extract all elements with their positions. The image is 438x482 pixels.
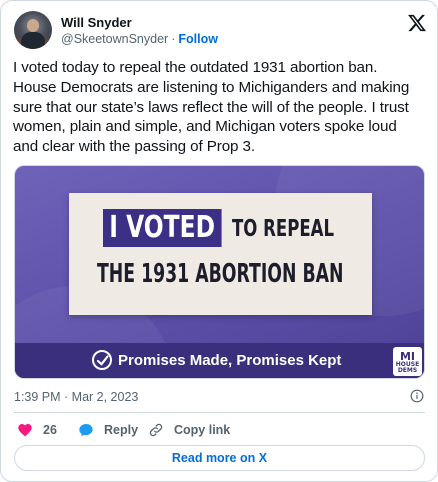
tweet-card: Will Snyder @SkeetownSnyder · Follow I vot… bbox=[0, 0, 438, 482]
copy-link-button[interactable]: Copy link bbox=[148, 420, 230, 440]
copy-link-label: Copy link bbox=[174, 423, 231, 437]
mi-house-dems-logo: MI HOUSE DEMS bbox=[393, 347, 422, 376]
read-more-button[interactable]: Read more on X bbox=[14, 445, 425, 471]
sign-card: I VOTED TO REPEAL THE 1931 ABORTION BAN bbox=[69, 193, 372, 315]
action-bar: 26 Reply Copy link bbox=[14, 420, 425, 440]
reply-icon bbox=[79, 424, 93, 437]
author-handle[interactable]: @SkeetownSnyder bbox=[61, 32, 168, 46]
slogan-banner: Promises Made, Promises Kept bbox=[15, 343, 424, 378]
tweet-timestamp[interactable]: 1:39 PM · Mar 2, 2023 bbox=[14, 390, 138, 404]
author-name[interactable]: Will Snyder bbox=[61, 15, 132, 30]
reply-button[interactable]: Reply bbox=[78, 420, 138, 440]
tweet-media-image[interactable]: I VOTED TO REPEAL THE 1931 ABORTION BAN … bbox=[14, 165, 425, 379]
like-count: 26 bbox=[43, 423, 57, 437]
author-handle-row: @SkeetownSnyder · Follow bbox=[61, 32, 218, 46]
like-button[interactable]: 26 bbox=[17, 420, 57, 440]
tweet-text: I voted today to repeal the outdated 193… bbox=[13, 59, 410, 156]
x-logo-icon[interactable] bbox=[407, 13, 427, 33]
follow-button[interactable]: Follow bbox=[178, 32, 218, 46]
reply-label: Reply bbox=[104, 423, 139, 437]
avatar[interactable] bbox=[14, 11, 52, 49]
repeal-label: TO REPEAL bbox=[232, 216, 335, 242]
voted-label: I VOTED bbox=[103, 209, 222, 247]
heart-icon bbox=[18, 424, 32, 437]
info-icon[interactable] bbox=[410, 389, 424, 403]
link-icon bbox=[149, 423, 163, 437]
slogan-text: Promises Made, Promises Kept bbox=[118, 352, 342, 369]
tweet-header: Will Snyder @SkeetownSnyder · Follow bbox=[13, 11, 427, 51]
ban-label: THE 1931 ABORTION BAN bbox=[97, 259, 344, 289]
divider bbox=[14, 412, 425, 413]
separator-dot: · bbox=[171, 32, 176, 46]
check-circle-icon bbox=[92, 350, 112, 370]
